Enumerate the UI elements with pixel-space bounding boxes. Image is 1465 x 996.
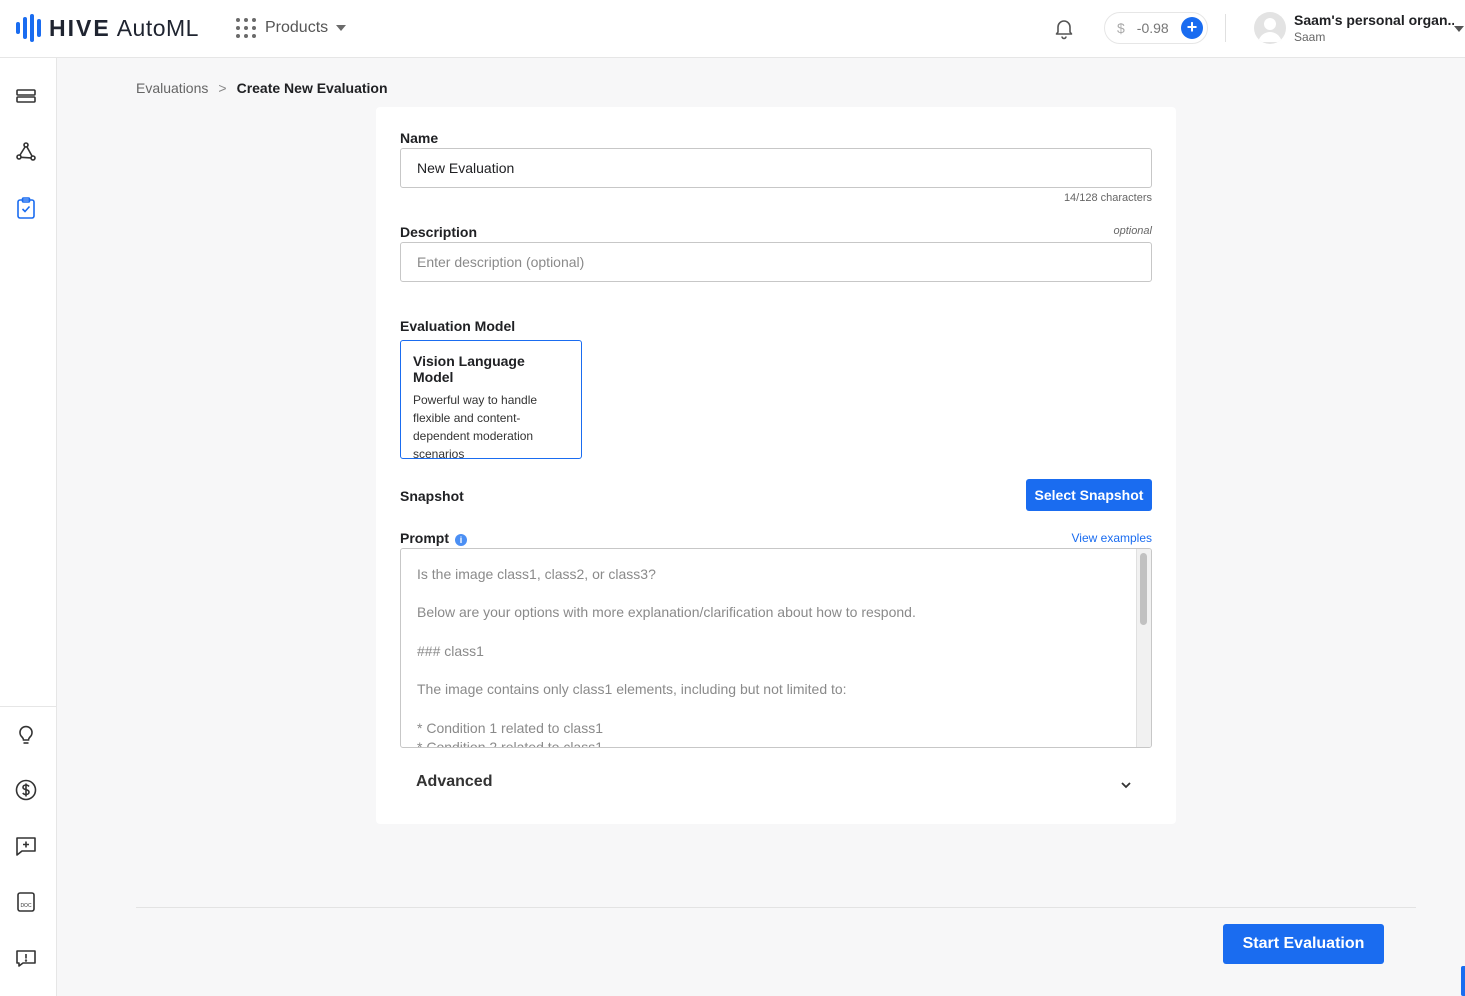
prompt-label-row: Prompt i xyxy=(400,530,467,546)
breadcrumb-current: Create New Evaluation xyxy=(236,80,388,96)
select-snapshot-button[interactable]: Select Snapshot xyxy=(1026,479,1152,511)
dollar-sign: $ xyxy=(1117,20,1125,36)
products-menu[interactable]: Products xyxy=(236,16,347,40)
logo-text: HIVE AutoML xyxy=(49,14,199,41)
description-input[interactable] xyxy=(400,242,1152,282)
model-option-title: Vision Language Model xyxy=(413,353,525,385)
edge-tab[interactable] xyxy=(1461,966,1465,996)
models-icon[interactable] xyxy=(14,140,38,164)
balance-pill: $ -0.98 + xyxy=(1104,12,1208,44)
info-icon[interactable]: i xyxy=(455,534,467,546)
docs-icon[interactable]: DOC xyxy=(14,890,38,914)
prompt-scrollbar[interactable] xyxy=(1136,549,1151,747)
org-name: Saam's personal organ... xyxy=(1294,12,1454,28)
chevron-down-icon[interactable] xyxy=(1118,777,1134,793)
description-label: Description xyxy=(400,224,478,240)
model-option-vlm[interactable]: Vision Language Model Powerful way to ha… xyxy=(400,340,582,461)
hive-logo-icon xyxy=(16,14,41,42)
top-bar: HIVE AutoML Products $ -0.98 + Saam's per… xyxy=(0,0,1465,58)
chevron-right-icon: > xyxy=(218,80,227,96)
evaluation-model-label: Evaluation Model xyxy=(400,318,516,334)
caret-down-icon xyxy=(336,25,347,31)
user-name: Saam xyxy=(1294,30,1326,44)
header-divider xyxy=(1225,14,1226,42)
scrollbar-thumb[interactable] xyxy=(1140,553,1147,625)
lightbulb-icon[interactable] xyxy=(14,722,38,746)
advanced-section-toggle[interactable]: Advanced xyxy=(416,773,492,791)
sidebar-divider xyxy=(0,706,56,707)
prompt-placeholder: Is the image class1, class2, or class3? … xyxy=(417,566,916,748)
start-evaluation-button[interactable]: Start Evaluation xyxy=(1223,924,1384,964)
description-optional-tag: optional xyxy=(1113,225,1152,237)
prompt-textarea[interactable]: Is the image class1, class2, or class3? … xyxy=(400,548,1152,748)
evaluations-icon[interactable] xyxy=(14,196,38,220)
prompt-label: Prompt xyxy=(400,530,449,546)
view-examples-link[interactable]: View examples xyxy=(1072,531,1152,545)
model-option-description: Powerful way to handle flexible and cont… xyxy=(413,393,538,461)
add-funds-button[interactable]: + xyxy=(1181,17,1203,39)
create-evaluation-form: Name 14/128 characters Description optio… xyxy=(376,107,1176,824)
breadcrumb: Evaluations > Create New Evaluation xyxy=(136,80,388,96)
hive-automl-logo[interactable]: HIVE AutoML xyxy=(16,14,199,42)
avatar[interactable] xyxy=(1254,12,1286,44)
user-avatar-icon xyxy=(1258,18,1282,42)
apps-grid-icon xyxy=(236,18,256,38)
bell-icon[interactable] xyxy=(1052,16,1076,40)
support-chat-icon[interactable] xyxy=(14,946,38,970)
name-input[interactable] xyxy=(400,148,1152,188)
footer-divider xyxy=(136,907,1416,908)
org-switcher[interactable]: Saam's personal organ... Saam xyxy=(1294,12,1454,44)
breadcrumb-evaluations[interactable]: Evaluations xyxy=(136,80,208,96)
balance-value: -0.98 xyxy=(1136,20,1169,36)
name-char-counter: 14/128 characters xyxy=(1063,192,1152,204)
org-caret-icon[interactable] xyxy=(1454,26,1464,32)
datasets-icon[interactable] xyxy=(14,84,38,108)
name-label: Name xyxy=(400,130,439,146)
sidebar: DOC xyxy=(0,58,57,996)
feedback-icon[interactable] xyxy=(14,834,38,858)
svg-text:DOC: DOC xyxy=(20,903,32,909)
products-label: Products xyxy=(265,19,329,36)
snapshot-label: Snapshot xyxy=(400,488,464,504)
billing-icon[interactable] xyxy=(14,778,38,802)
